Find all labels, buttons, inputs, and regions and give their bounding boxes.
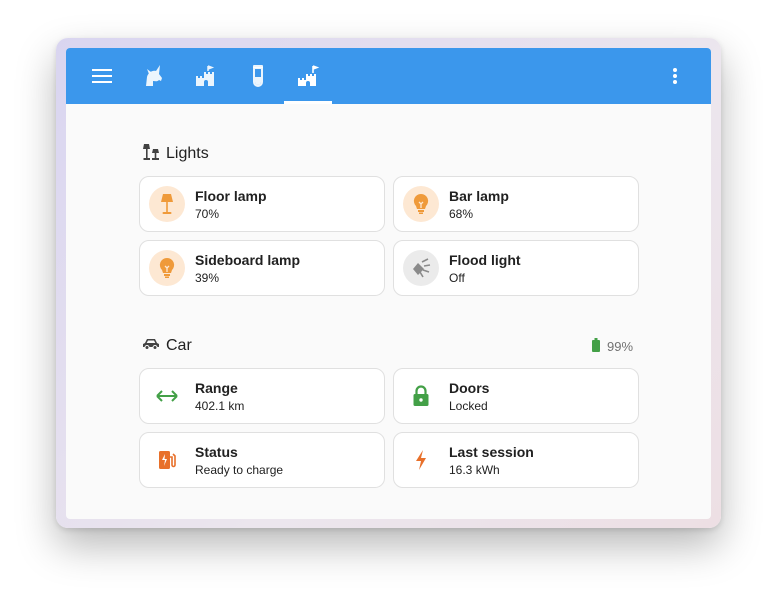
battery-icon — [592, 337, 600, 355]
car-card-doors[interactable]: Doors Locked — [393, 368, 639, 424]
unicorn-icon[interactable] — [140, 62, 168, 90]
card-state: 39% — [195, 271, 220, 285]
car-card-last-session[interactable]: Last session 16.3 kWh — [393, 432, 639, 488]
car-icon — [142, 337, 160, 355]
lightbulb-icon — [149, 250, 185, 286]
lock-icon — [403, 378, 439, 414]
card-name: Sideboard lamp — [195, 252, 301, 268]
card-state: Off — [449, 271, 465, 285]
castle-icon[interactable] — [192, 62, 220, 90]
car-section-title: Car — [166, 337, 192, 354]
card-name: Flood light — [449, 252, 521, 268]
spotlight-beam-icon — [403, 250, 439, 286]
light-card-bar-lamp[interactable]: Bar lamp 68% — [393, 176, 639, 232]
lamps-icon — [142, 143, 160, 166]
castle-flag-icon[interactable] — [294, 62, 322, 90]
dots-vertical-icon[interactable] — [661, 62, 689, 90]
active-tab-indicator — [284, 101, 332, 104]
floor-lamp-icon — [149, 186, 185, 222]
arrow-left-right-icon — [149, 378, 185, 414]
card-name: Status — [195, 444, 238, 460]
card-name: Range — [195, 380, 238, 396]
car-section-header: Car — [142, 334, 192, 358]
top-app-bar — [66, 48, 711, 104]
card-state: 68% — [449, 207, 474, 221]
car-card-range[interactable]: Range 402.1 km — [139, 368, 385, 424]
card-state: Locked — [449, 399, 488, 413]
card-state: Ready to charge — [195, 463, 284, 477]
battery-status: 99% — [592, 337, 634, 355]
test-tube-icon[interactable] — [244, 62, 272, 90]
ev-station-icon — [149, 442, 185, 478]
lightbulb-icon — [403, 186, 439, 222]
card-name: Bar lamp — [449, 188, 509, 204]
card-name: Floor lamp — [195, 188, 267, 204]
lights-section-header: Lights — [142, 142, 209, 166]
card-name: Doors — [449, 380, 490, 396]
app-window: Lights Floor lamp 70% Bar lamp 68% Sideb… — [66, 48, 711, 519]
lights-section-title: Lights — [166, 145, 209, 162]
light-card-sideboard-lamp[interactable]: Sideboard lamp 39% — [139, 240, 385, 296]
light-card-flood-light[interactable]: Flood light Off — [393, 240, 639, 296]
menu-icon[interactable] — [88, 62, 116, 90]
lightning-bolt-icon — [403, 442, 439, 478]
car-card-status[interactable]: Status Ready to charge — [139, 432, 385, 488]
card-state: 70% — [195, 207, 220, 221]
card-state: 402.1 km — [195, 399, 245, 413]
card-name: Last session — [449, 444, 534, 460]
light-card-floor-lamp[interactable]: Floor lamp 70% — [139, 176, 385, 232]
battery-level: 99% — [607, 338, 634, 354]
card-state: 16.3 kWh — [449, 463, 500, 477]
